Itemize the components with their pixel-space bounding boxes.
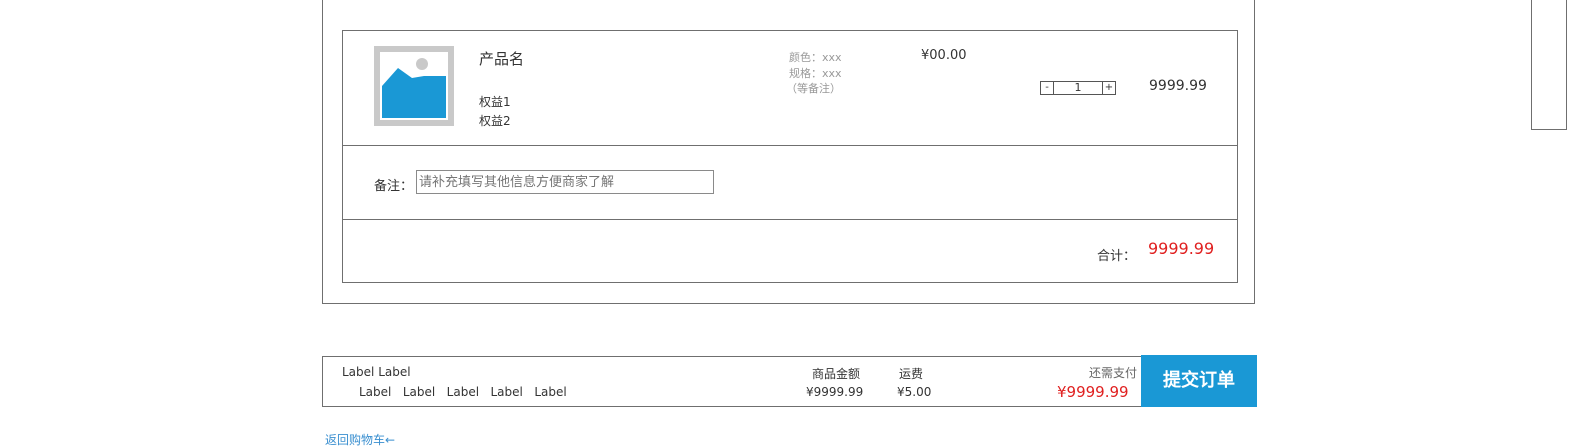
note-label: 备注：	[374, 179, 414, 194]
divider	[342, 219, 1238, 220]
summary-labels: Label Label Label Label Label	[359, 385, 567, 399]
amount-due: ¥9999.99	[1057, 383, 1129, 401]
summary-label: Label	[402, 385, 436, 399]
spec-size: 规格：xxx	[789, 67, 842, 80]
benefit-item: 权益1	[479, 95, 511, 109]
divider	[342, 145, 1238, 146]
quantity-increase-button[interactable]: +	[1102, 81, 1116, 95]
summary-label: Label	[359, 385, 392, 399]
back-to-cart-link[interactable]: 返回购物车←	[325, 431, 395, 448]
benefit-item: 权益2	[479, 114, 511, 128]
summary-label: Label	[446, 385, 480, 399]
quantity-decrease-button[interactable]: -	[1040, 81, 1054, 95]
submit-order-button[interactable]: 提交订单	[1141, 355, 1257, 407]
goods-amount-label: 商品金额	[812, 367, 861, 381]
item-subtotal: 9999.99	[1149, 78, 1207, 94]
goods-amount: ¥9999.99	[806, 385, 864, 399]
note-input[interactable]	[416, 170, 714, 194]
amount-due-label: 还需支付	[1089, 366, 1138, 380]
product-name[interactable]: 产品名	[479, 48, 524, 69]
shipping-label: 运费	[899, 367, 924, 381]
summary-label: Label	[490, 385, 523, 399]
unit-price: ¥00.00	[921, 48, 967, 63]
total-label: 合计：	[1097, 249, 1137, 264]
total-value: 9999.99	[1148, 239, 1215, 258]
summary-label: Label	[534, 385, 567, 399]
spec-color: 颜色：xxx	[789, 51, 842, 64]
scrollbar-thumb[interactable]	[1531, 0, 1567, 130]
shipping-fee: ¥5.00	[897, 385, 932, 399]
quantity-input[interactable]: 1	[1054, 81, 1102, 95]
spec-note: （等备注）	[786, 82, 841, 95]
product-image-icon[interactable]	[374, 46, 454, 126]
summary-label-title: Label Label	[342, 365, 411, 379]
